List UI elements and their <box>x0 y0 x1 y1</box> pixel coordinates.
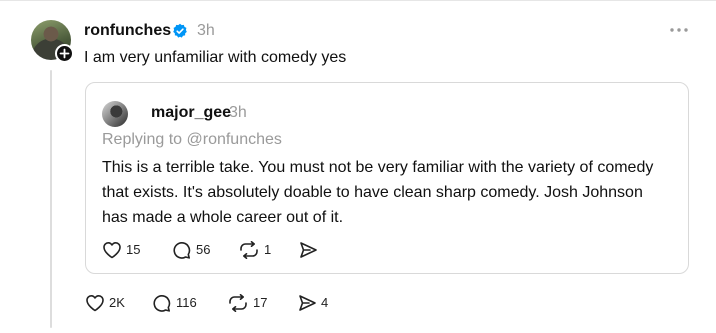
share-button[interactable]: 4 <box>297 294 328 312</box>
repost-count: 17 <box>253 295 268 310</box>
quote-reply-count: 56 <box>196 242 211 257</box>
share-count: 4 <box>321 295 329 310</box>
quote-like-count: 15 <box>126 242 141 257</box>
send-icon <box>300 242 317 258</box>
quote-username[interactable]: major_gee <box>151 103 231 123</box>
quote-time[interactable]: 3h <box>229 103 247 123</box>
like-button[interactable]: 2K <box>85 294 125 312</box>
comment-icon <box>153 295 171 312</box>
quote-reply-button[interactable]: 56 <box>172 241 210 259</box>
quote-avatar[interactable] <box>102 101 128 127</box>
reply-button[interactable]: 116 <box>152 294 197 312</box>
comment-icon <box>173 242 191 259</box>
repost-button[interactable]: 17 <box>227 294 267 312</box>
send-icon <box>299 295 316 311</box>
quote-repost-button[interactable]: 1 <box>238 241 271 259</box>
more-horizontal-icon <box>670 28 688 32</box>
replying-to-label: Replying to @ronfunches <box>102 131 282 148</box>
post-username[interactable]: ronfunches <box>84 21 171 41</box>
follow-button[interactable] <box>55 44 74 63</box>
reply-count: 116 <box>176 295 197 310</box>
post-time[interactable]: 3h <box>197 21 215 41</box>
top-divider <box>0 0 716 1</box>
quote-share-button[interactable] <box>298 241 318 259</box>
verified-badge-icon <box>172 23 188 39</box>
quoted-post-card[interactable]: major_gee 3h Replying to @ronfunches Thi… <box>85 82 689 274</box>
threads-post: ronfunches 3h I am very unfamiliar with … <box>0 0 716 333</box>
like-count: 2K <box>109 295 125 310</box>
quote-text: This is a terrible take. You must not be… <box>102 159 654 226</box>
repost-icon <box>240 241 258 259</box>
plus-icon <box>59 48 70 59</box>
heart-icon <box>103 242 121 259</box>
thread-line <box>50 70 52 328</box>
more-options-button[interactable] <box>668 20 690 40</box>
quote-repost-count: 1 <box>264 242 272 257</box>
quote-like-button[interactable]: 15 <box>102 241 140 259</box>
repost-icon <box>229 294 247 312</box>
post-text: I am very unfamiliar with comedy yes <box>84 49 347 66</box>
heart-icon <box>86 295 104 312</box>
